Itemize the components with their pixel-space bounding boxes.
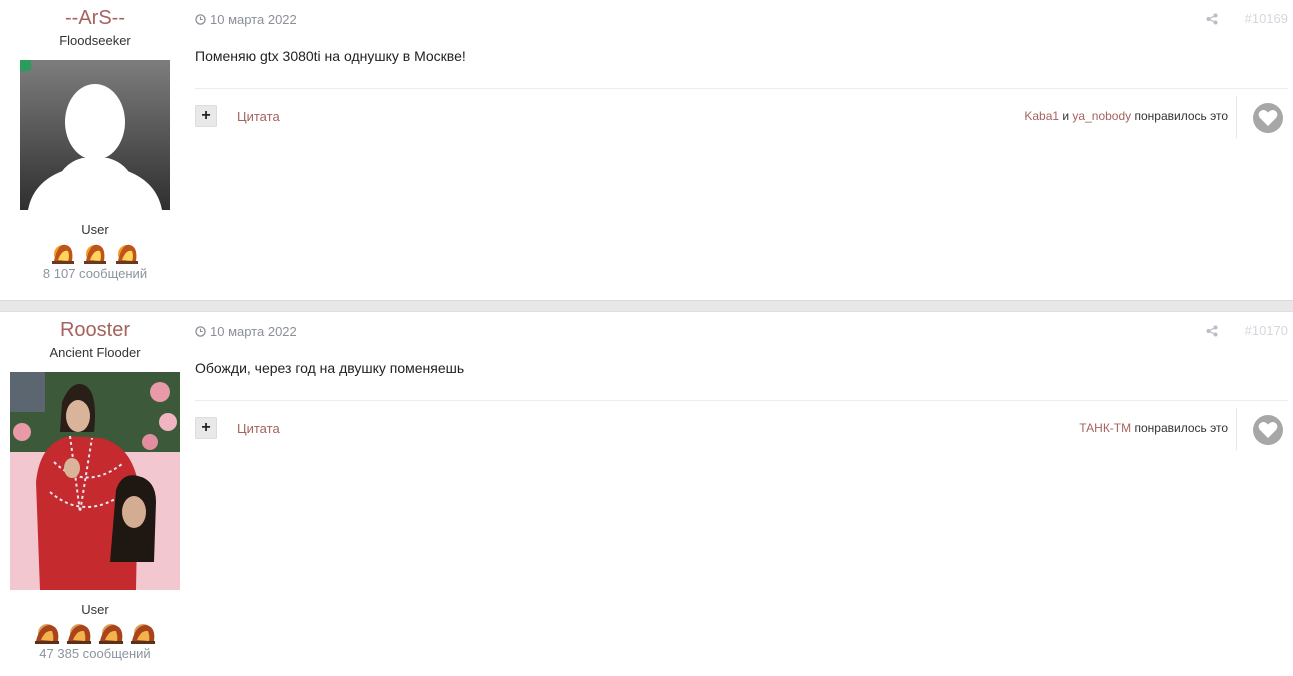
forum-post: --ArS-- Floodseeker User 8 107 сообщений…	[0, 0, 1293, 300]
reaction-user-link[interactable]: Kaba1	[1024, 109, 1059, 123]
author-panel: Rooster Ancient Flooder User 47 385 сооб…	[0, 312, 190, 661]
divider	[1236, 408, 1237, 450]
rank-fire-icon	[84, 244, 106, 264]
rank-fire-icon	[67, 624, 91, 644]
reaction-user-link[interactable]: ya_nobody	[1072, 109, 1131, 123]
multiquote-button[interactable]: +	[195, 417, 217, 439]
clock-icon	[195, 326, 206, 337]
share-icon[interactable]	[1206, 12, 1218, 30]
online-indicator	[20, 60, 31, 71]
reactions-summary: Kaba1 и ya_nobody понравилось это	[1024, 109, 1228, 123]
divider	[1236, 96, 1237, 138]
author-title: Ancient Flooder	[49, 345, 141, 360]
post-body: 10 марта 2022 #10169 Поменяю gtx 3080ti …	[195, 0, 1288, 300]
post-separator	[0, 300, 1293, 312]
post-content: Поменяю gtx 3080ti на однушку в Москве!	[195, 48, 466, 64]
quote-link[interactable]: Цитата	[237, 421, 280, 436]
author-post-count: 47 385 сообщений	[39, 646, 151, 661]
reaction-conjunction: и	[1059, 109, 1073, 123]
rank-fire-icon	[99, 624, 123, 644]
post-date-text: 10 марта 2022	[210, 12, 297, 27]
rank-fire-icon	[52, 244, 74, 264]
reaction-user-link[interactable]: ТАНК-ТМ	[1079, 421, 1131, 435]
post-date[interactable]: 10 марта 2022	[195, 12, 297, 27]
post-number-link[interactable]: #10170	[1245, 323, 1288, 338]
author-name-link[interactable]: --ArS--	[0, 6, 190, 30]
heart-icon	[1258, 110, 1278, 126]
post-actions: + Цитата Kaba1 и ya_nobody понравилось э…	[195, 96, 1288, 138]
multiquote-button[interactable]: +	[195, 105, 217, 127]
author-post-count: 8 107 сообщений	[42, 266, 148, 281]
divider	[195, 400, 1288, 401]
post-content: Обожди, через год на двушку поменяешь	[195, 360, 465, 376]
avatar[interactable]	[10, 372, 180, 590]
author-group: User	[81, 222, 109, 237]
rank-fire-icon	[131, 624, 155, 644]
author-name-link[interactable]: Rooster	[0, 318, 190, 342]
rank-icons	[0, 239, 190, 265]
author-group: User	[81, 602, 109, 617]
quote-link[interactable]: Цитата	[237, 109, 280, 124]
post-date-text: 10 марта 2022	[210, 324, 297, 339]
forum-post: Rooster Ancient Flooder User 47 385 сооб…	[0, 312, 1293, 676]
rank-fire-icon	[116, 244, 138, 264]
post-actions: + Цитата ТАНК-ТМ понравилось это	[195, 408, 1288, 450]
post-number-link[interactable]: #10169	[1245, 11, 1288, 26]
avatar[interactable]	[20, 60, 170, 210]
heart-icon	[1258, 422, 1278, 438]
reactions-summary: ТАНК-ТМ понравилось это	[1079, 421, 1228, 435]
divider	[195, 88, 1288, 89]
reaction-suffix: понравилось это	[1131, 109, 1228, 123]
rank-fire-icon	[35, 624, 59, 644]
like-button[interactable]	[1253, 103, 1283, 133]
post-body: 10 марта 2022 #10170 Обожди, через год н…	[195, 312, 1288, 676]
rank-icons	[0, 619, 190, 645]
author-panel: --ArS-- Floodseeker User 8 107 сообщений	[0, 0, 190, 281]
share-icon[interactable]	[1206, 324, 1218, 342]
clock-icon	[195, 14, 206, 25]
author-title: Floodseeker	[59, 33, 131, 48]
like-button[interactable]	[1253, 415, 1283, 445]
post-date[interactable]: 10 марта 2022	[195, 324, 297, 339]
reaction-suffix: понравилось это	[1131, 421, 1228, 435]
